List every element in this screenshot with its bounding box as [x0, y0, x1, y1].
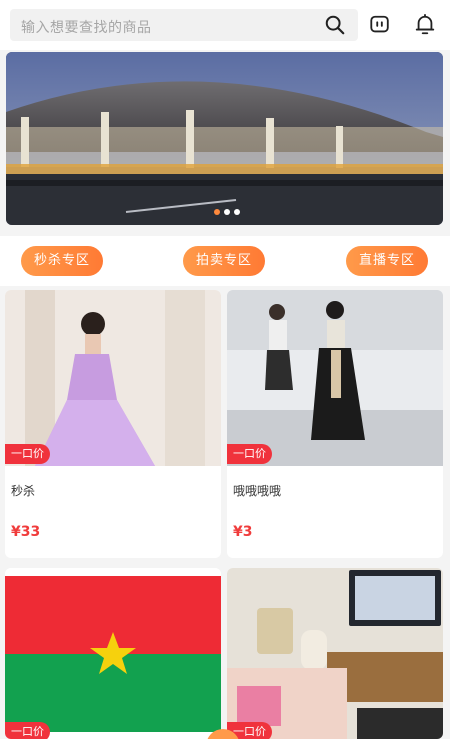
price-type-badge: 一口价: [5, 722, 50, 739]
bell-icon[interactable]: [414, 13, 436, 37]
carousel-dot[interactable]: [224, 209, 230, 215]
product-card[interactable]: 一口价: [5, 568, 221, 739]
product-title: 秒杀: [11, 484, 36, 498]
product-card[interactable]: 一口价 哦哦哦哦 ¥3: [227, 290, 443, 558]
search-bar[interactable]: 输入想要查找的商品: [10, 9, 358, 41]
product-image: 一口价: [5, 290, 221, 466]
chat-icon[interactable]: [369, 14, 391, 36]
top-bar: 输入想要查找的商品: [0, 0, 450, 50]
price-type-badge: 一口价: [227, 444, 272, 464]
product-price: ¥3: [233, 524, 253, 540]
search-icon[interactable]: [324, 14, 346, 36]
auction-button[interactable]: 拍卖专区: [183, 246, 265, 276]
product-card[interactable]: 一口价 秒杀 ¥33: [5, 290, 221, 558]
banner-image: [6, 52, 443, 225]
live-button[interactable]: 直播专区: [346, 246, 428, 276]
category-bar: 秒杀专区 拍卖专区 直播专区: [0, 236, 450, 286]
carousel-dots: [214, 209, 240, 215]
carousel-dot[interactable]: [234, 209, 240, 215]
carousel-dot[interactable]: [214, 209, 220, 215]
product-image: 一口价: [5, 568, 221, 739]
search-input[interactable]: 输入想要查找的商品: [21, 17, 152, 37]
product-image: 一口价: [227, 290, 443, 466]
banner-carousel[interactable]: [6, 52, 443, 225]
price-type-badge: 一口价: [5, 444, 50, 464]
product-price: ¥33: [11, 524, 41, 540]
flash-sale-button[interactable]: 秒杀专区: [21, 246, 103, 276]
product-title: 哦哦哦哦: [233, 484, 282, 498]
product-card[interactable]: 一口价: [227, 568, 443, 739]
product-image: 一口价: [227, 568, 443, 739]
